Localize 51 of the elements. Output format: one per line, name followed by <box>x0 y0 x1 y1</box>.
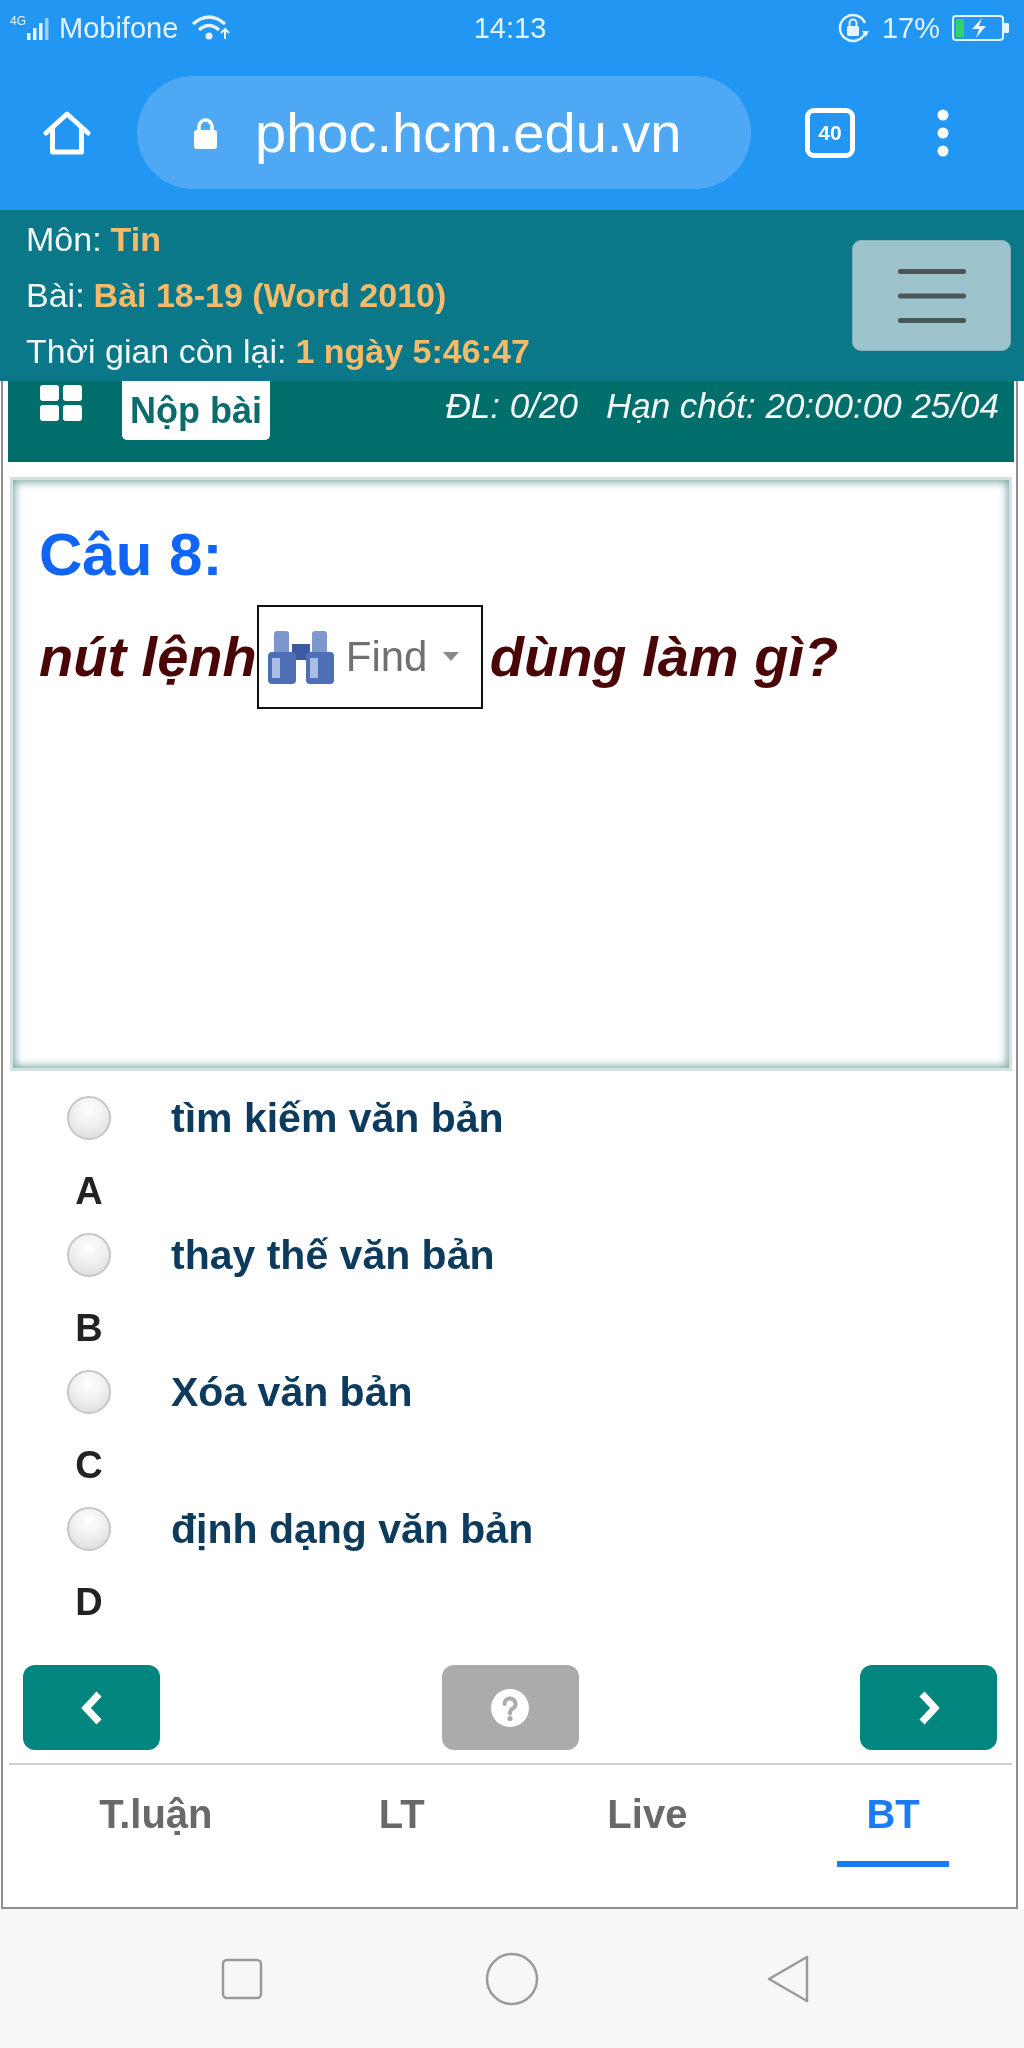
menu-icon <box>897 268 966 323</box>
menu-button[interactable] <box>852 240 1011 351</box>
chevron-left-icon <box>79 1689 104 1726</box>
tab[interactable]: T.luận <box>33 1765 279 1875</box>
network-type: 4G <box>10 14 26 27</box>
answered-count: ĐL: 0/20 <box>445 385 578 427</box>
tab[interactable]: Live <box>524 1765 771 1875</box>
grid-icon[interactable] <box>40 385 82 421</box>
lock-icon <box>193 116 218 149</box>
option-letter: B <box>74 1306 104 1351</box>
field-value: Tin <box>110 219 161 260</box>
submit-button[interactable]: Nộp bài <box>122 381 270 440</box>
question-text: dùng làm gì? <box>489 624 839 690</box>
previous-button[interactable] <box>23 1665 160 1750</box>
caret-icon <box>443 652 460 662</box>
clock: 14:13 <box>473 10 547 45</box>
tabs-button[interactable]: 40 <box>805 107 855 158</box>
field-value: Bài 18-19 (Word 2010) <box>93 275 447 316</box>
binoculars-icon <box>265 628 336 686</box>
radio-button[interactable] <box>67 1507 111 1551</box>
find-label: Find <box>345 632 428 682</box>
radio-button[interactable] <box>67 1233 111 1277</box>
option-letter: C <box>74 1443 104 1488</box>
home-circle-icon[interactable] <box>485 1951 539 2006</box>
option-letter: D <box>74 1580 104 1625</box>
tab[interactable]: BT <box>770 1765 1016 1875</box>
option-text: thay thế văn bản <box>171 1231 495 1280</box>
deadline-text: Hạn chót: 20:00:00 25/04 <box>605 385 999 427</box>
field-value: 1 ngày 5:46:47 <box>295 331 530 372</box>
battery-icon <box>952 14 1010 41</box>
signal-icon <box>27 17 51 40</box>
field-label: Thời gian còn lại: <box>26 331 287 372</box>
help-button[interactable] <box>441 1665 579 1750</box>
question-icon <box>491 1688 529 1727</box>
radio-button[interactable] <box>67 1096 111 1140</box>
option-text: định dạng văn bản <box>171 1505 534 1554</box>
next-button[interactable] <box>860 1665 997 1750</box>
option-text: Xóa văn bản <box>171 1368 413 1417</box>
url-text: phoc.hcm.edu.vn <box>255 99 682 166</box>
radio-button[interactable] <box>67 1370 111 1414</box>
recents-icon[interactable] <box>221 1957 263 2000</box>
carrier-name: Mobifone <box>59 10 179 45</box>
home-icon[interactable] <box>43 109 91 156</box>
field-label: Môn: <box>26 219 102 260</box>
battery-percent: 17% <box>881 10 940 45</box>
field-label: Bài: <box>26 275 85 316</box>
tab[interactable]: LT <box>278 1765 525 1875</box>
option-letter: A <box>74 1169 104 1214</box>
question-text: nút lệnh <box>39 624 257 690</box>
question-title: Câu 8: <box>39 520 224 590</box>
option-text: tìm kiếm văn bản <box>171 1094 504 1143</box>
